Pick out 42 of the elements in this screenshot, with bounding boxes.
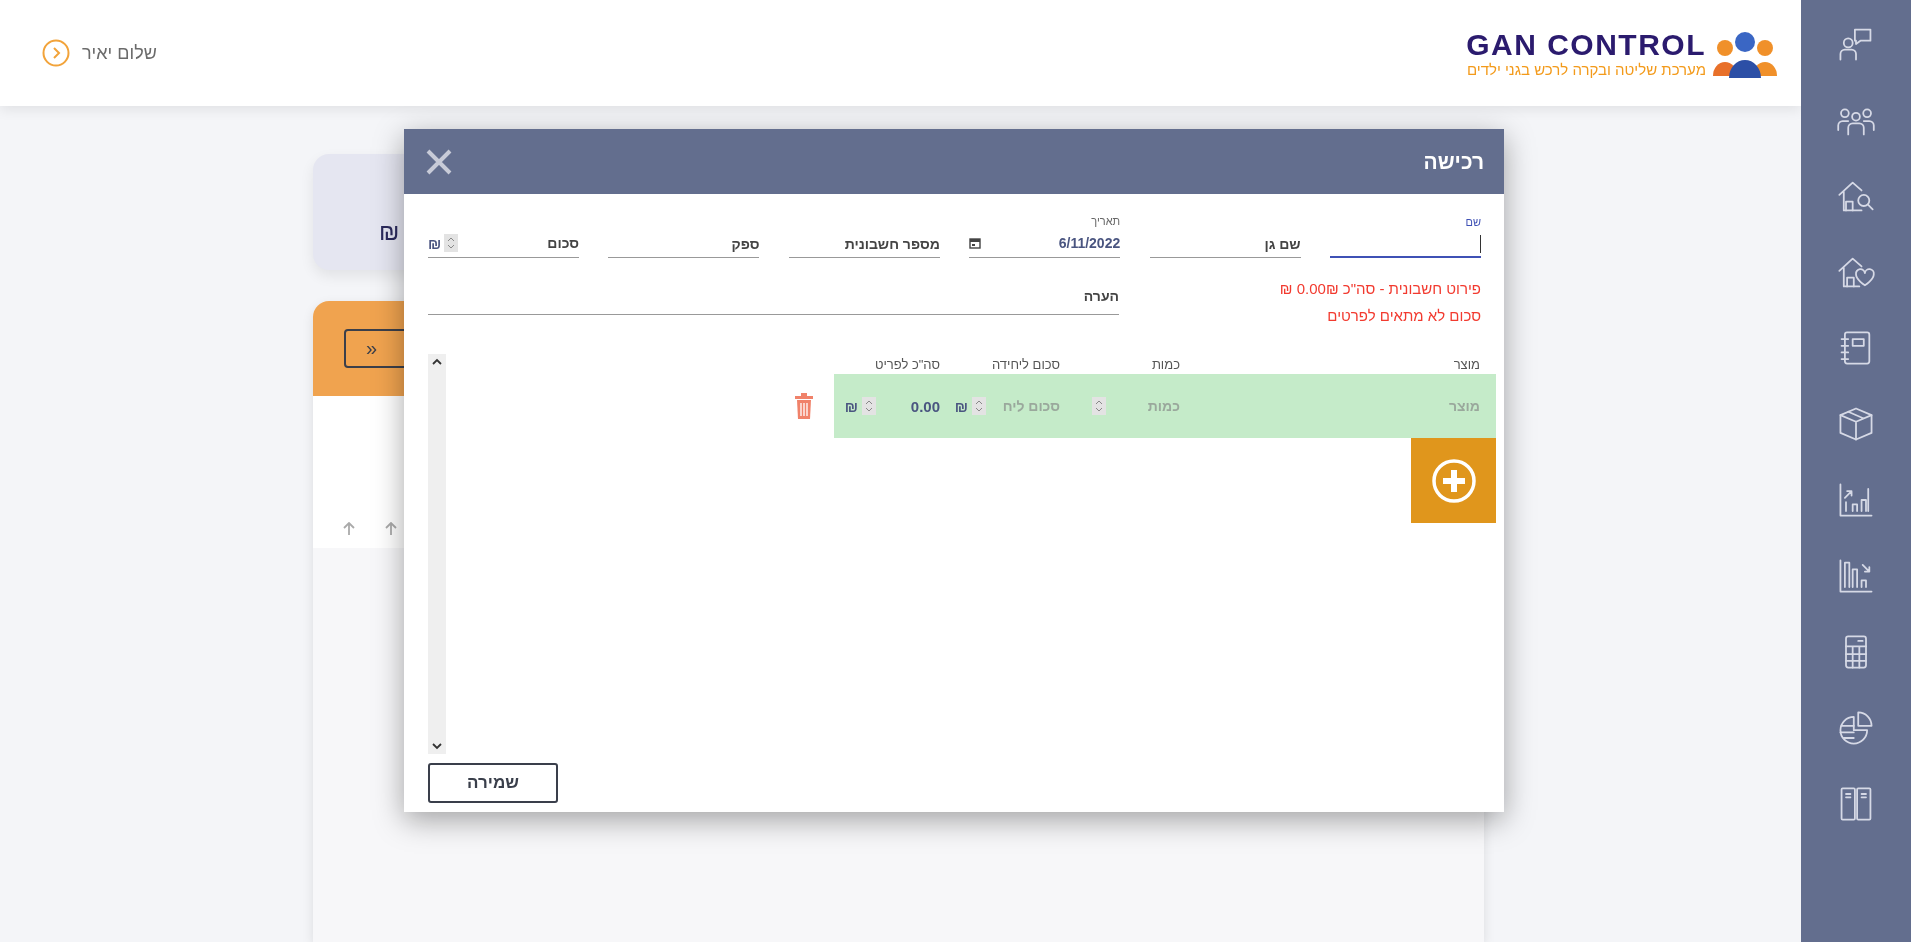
column-header: כמות xyxy=(1151,356,1180,372)
column-header: סכום ליחידה xyxy=(991,356,1060,372)
greeting-text: שלום יאיר xyxy=(82,42,157,64)
scrollbar[interactable] xyxy=(428,354,446,754)
trash-icon[interactable] xyxy=(794,393,814,419)
arrow-up-icon[interactable] xyxy=(385,522,397,536)
logo-subtitle: מערכת שליטה ובקרה לרכש בגני ילדים xyxy=(1466,60,1706,78)
chevron-down-icon[interactable] xyxy=(432,742,442,750)
text-cursor xyxy=(1480,235,1481,253)
spinner-icon[interactable] xyxy=(972,397,986,415)
input-field[interactable]: ספק xyxy=(608,230,760,258)
item-total: 0.00 xyxy=(909,397,940,415)
field-label: תאריך xyxy=(1090,215,1121,229)
product-field[interactable]: מוצר xyxy=(1220,398,1480,414)
save-button[interactable]: שמירה xyxy=(428,763,558,803)
column-header: סה"כ לפריט xyxy=(874,356,940,372)
plus-circle-icon xyxy=(1430,457,1477,504)
quantity-field[interactable]: כמות xyxy=(1110,398,1180,414)
currency-symbol: ₪ xyxy=(428,234,442,252)
calendar-icon[interactable] xyxy=(969,237,982,249)
input-field[interactable]: מספר חשבונית xyxy=(788,230,940,258)
currency-symbol: ₪ xyxy=(954,397,968,415)
error-message: סכום לא מתאים לפרטים xyxy=(1326,307,1481,324)
date-field[interactable]: 6/11/2022 xyxy=(984,229,1121,257)
chevron-up-icon[interactable] xyxy=(432,358,442,366)
currency-symbol: ₪ xyxy=(844,397,858,415)
spinner-icon[interactable] xyxy=(444,234,459,252)
arrow-up-icon[interactable] xyxy=(343,522,355,536)
chevron-circle-icon[interactable] xyxy=(42,39,70,67)
input-field[interactable]: שם גן xyxy=(1149,230,1301,258)
amount-field[interactable]: סכום xyxy=(461,229,580,257)
spinner-icon[interactable] xyxy=(862,397,876,415)
field-label: שם xyxy=(1464,216,1481,230)
error-message: פירוט חשבונית - סה"כ 0.00₪ ₪ xyxy=(1279,280,1481,297)
dialog-title: רכישה xyxy=(1423,149,1484,174)
logo-title: GAN CONTROL xyxy=(1466,28,1706,61)
spinner-icon[interactable] xyxy=(1092,397,1106,415)
note-field[interactable]: הערה xyxy=(428,278,1119,314)
add-item-button[interactable] xyxy=(1411,438,1496,523)
unit-price-field[interactable]: סכום ליח xyxy=(990,398,1060,414)
amount-text: ₪ xyxy=(379,218,400,246)
column-header: מוצר xyxy=(1453,356,1480,372)
